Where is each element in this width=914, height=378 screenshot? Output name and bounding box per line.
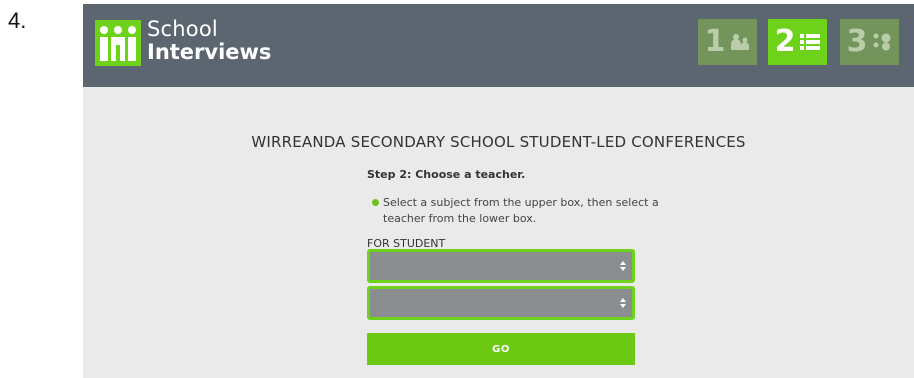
- go-button[interactable]: GO: [367, 333, 635, 365]
- bullet-icon: [372, 199, 379, 206]
- schedule-icon: [873, 33, 891, 51]
- step-heading: Step 2: Choose a teacher.: [367, 168, 526, 181]
- school-interviews-logo: [95, 20, 141, 66]
- instruction-text: Select a subject from the upper box, the…: [383, 196, 659, 225]
- brand-name-line1: School: [147, 17, 218, 41]
- step-1-number: 1: [704, 24, 726, 59]
- select-arrows-icon: [620, 261, 626, 271]
- figure-step-label: 4.: [8, 8, 27, 33]
- step-2-indicator[interactable]: 2: [768, 19, 827, 65]
- subject-select[interactable]: [367, 249, 635, 283]
- people-icon: [731, 34, 750, 50]
- step-2-number: 2: [774, 24, 796, 59]
- teacher-select[interactable]: [367, 286, 635, 320]
- step-3-number: 3: [846, 24, 868, 59]
- app-frame: School Interviews 1 2 3 WIRREANDA SECOND…: [83, 4, 914, 378]
- step-3-indicator[interactable]: 3: [840, 19, 899, 65]
- step-1-indicator[interactable]: 1: [698, 19, 757, 65]
- instruction-item: Select a subject from the upper box, the…: [372, 195, 663, 227]
- select-arrows-icon: [620, 298, 626, 308]
- header-bar: School Interviews 1 2 3: [83, 4, 914, 87]
- brand-name-line2: Interviews: [147, 40, 272, 64]
- list-icon: [800, 34, 821, 50]
- page-title: WIRREANDA SECONDARY SCHOOL STUDENT-LED C…: [251, 133, 746, 151]
